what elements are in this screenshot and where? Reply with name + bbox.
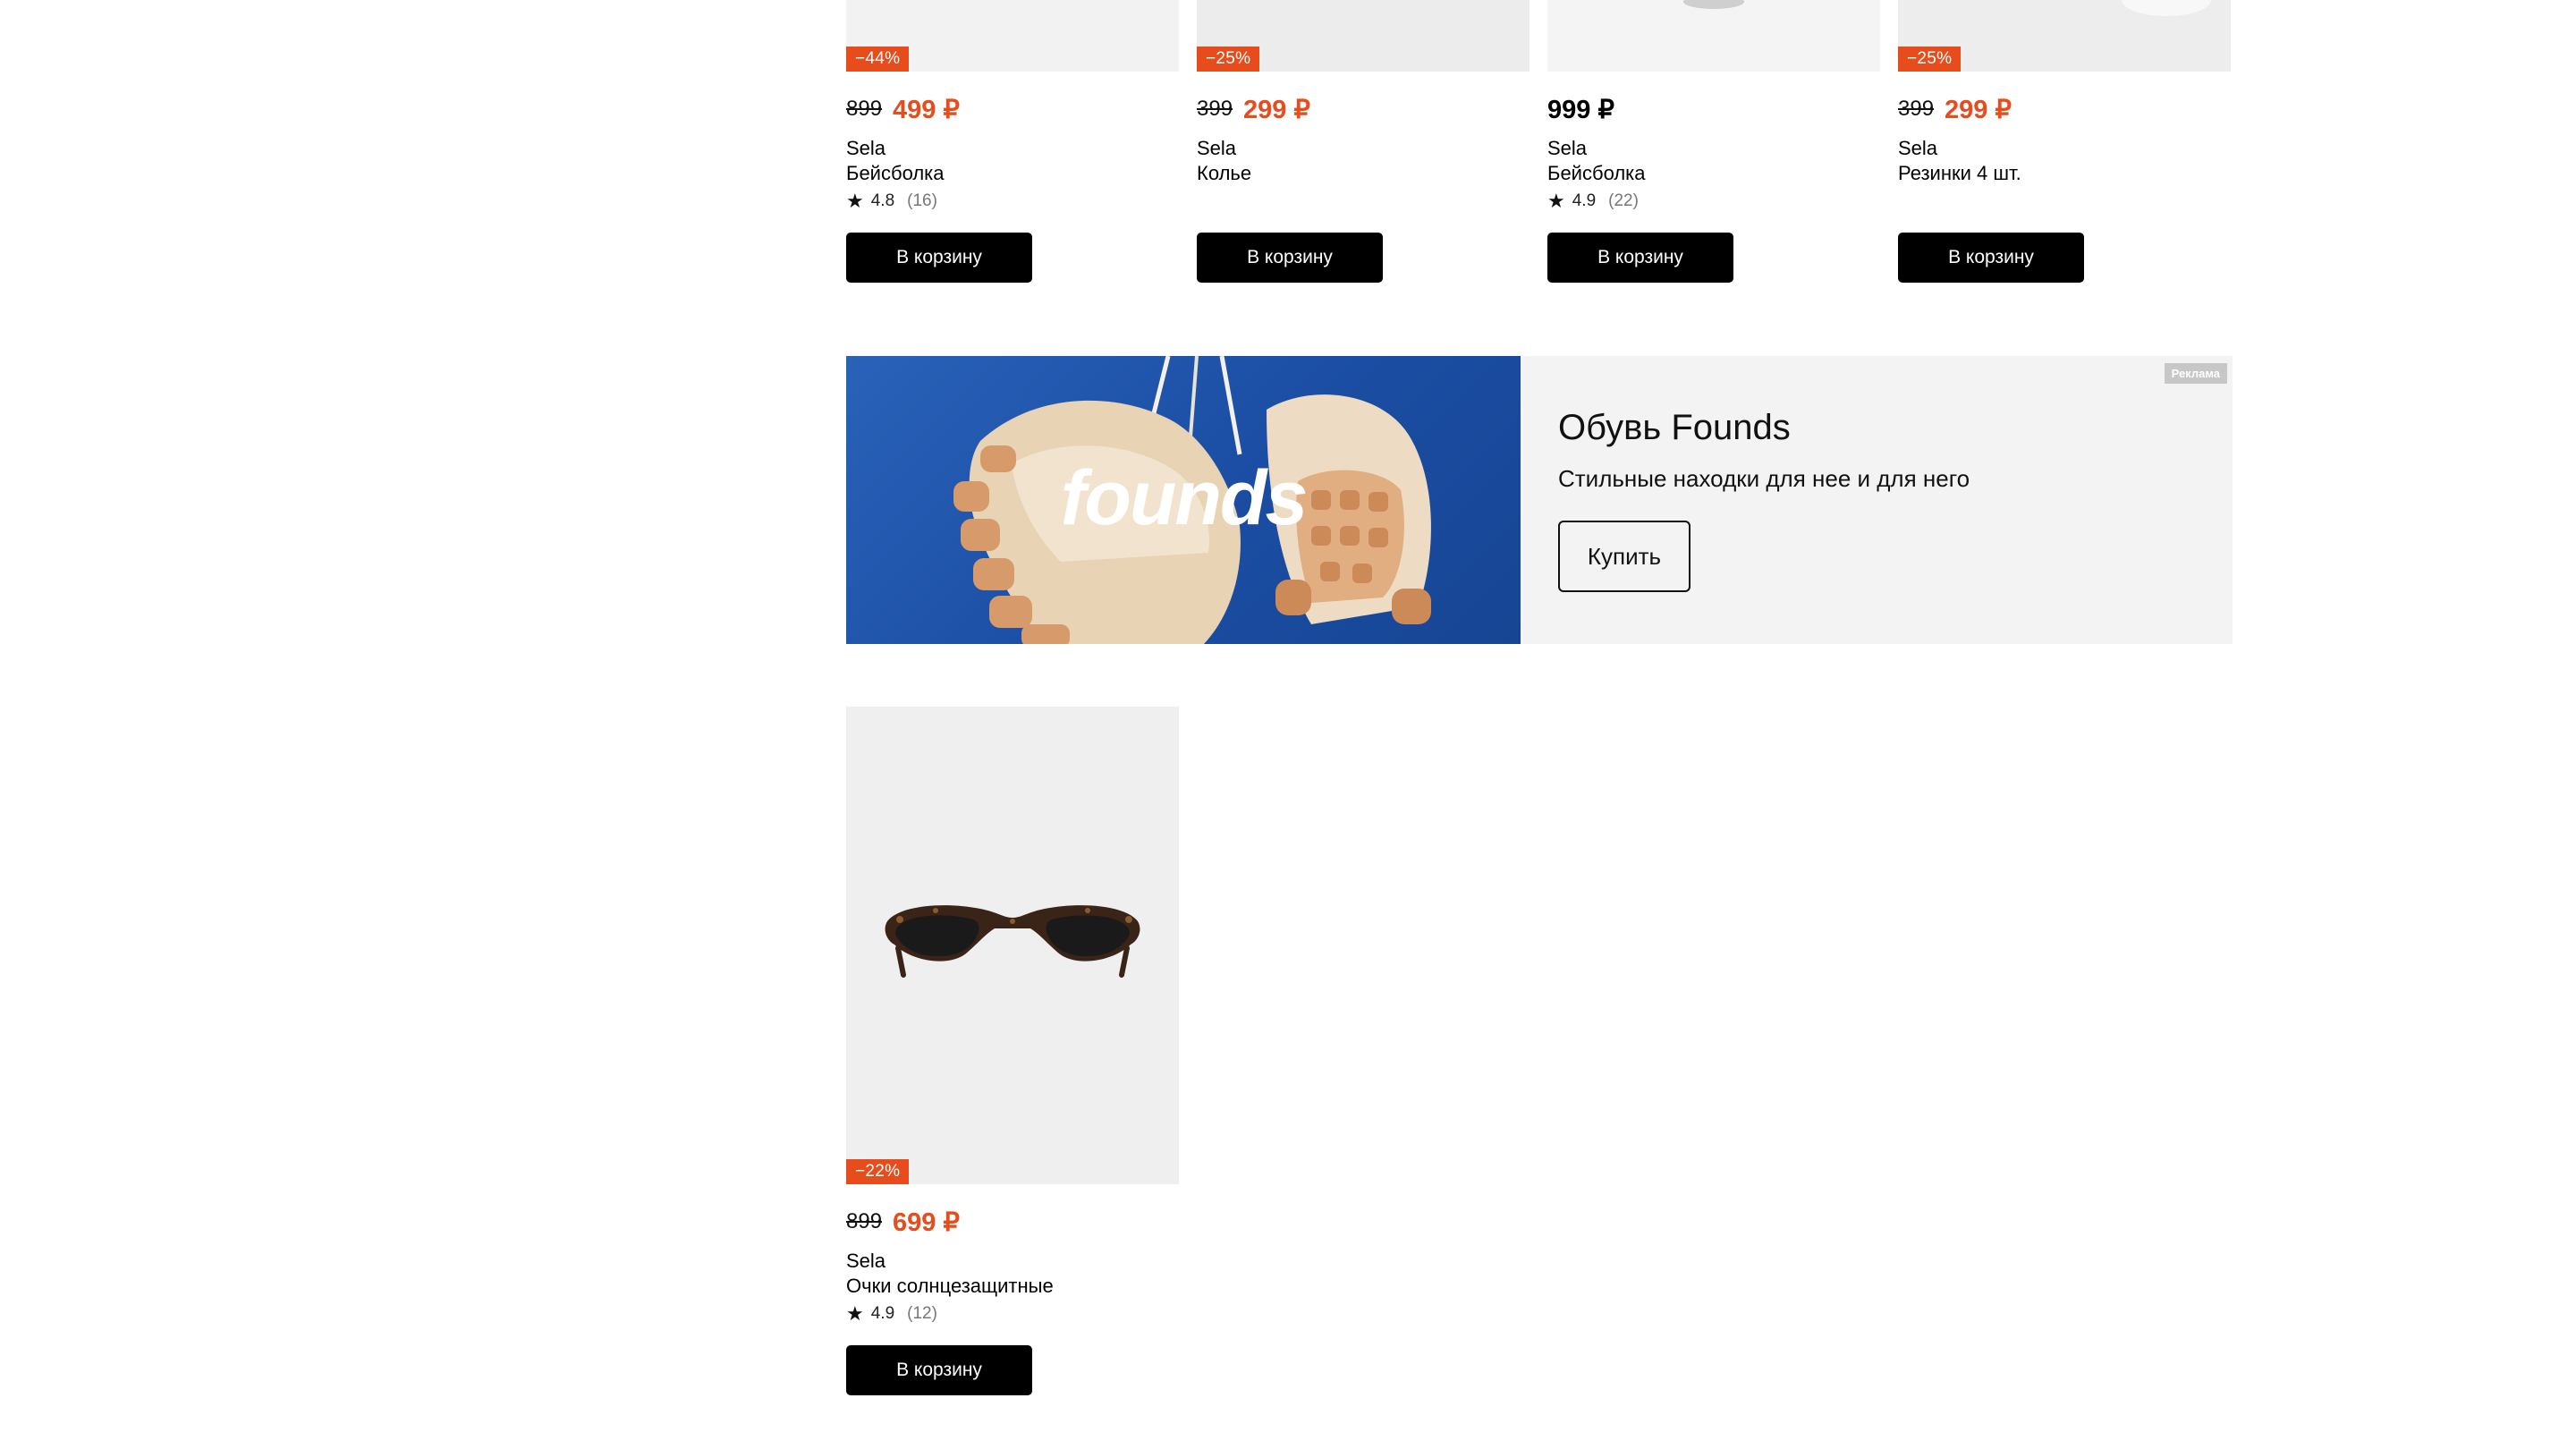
current-price: 499 ₽ (893, 95, 960, 124)
discount-badge: −44% (846, 47, 910, 72)
sunglasses-image (885, 905, 1140, 978)
product-brand[interactable]: Sela (1197, 136, 1530, 161)
banner-subtitle: Стильные находки для нее и для него (1558, 465, 1970, 492)
product-card-cap-2[interactable]: 999 ₽ Sela Бейсболка ★ 4.9 (22) В корзин… (1547, 0, 1880, 283)
review-count: (12) (907, 1304, 937, 1323)
add-to-cart-button[interactable]: В корзину (1197, 233, 1383, 283)
product-card-cap-1[interactable]: −44% 899 499 ₽ Sela Бейсболка ★ 4.8 (16)… (846, 0, 1179, 283)
price-row: 399 299 ₽ (1898, 91, 2231, 127)
product-image[interactable] (1547, 0, 1880, 72)
product-rating: ★ 4.9 (12) (846, 1301, 1179, 1326)
product-brand[interactable]: Sela (1547, 136, 1880, 161)
current-price: 299 ₽ (1243, 95, 1310, 124)
rating-value: 4.9 (870, 1304, 895, 1323)
add-to-cart-button[interactable]: В корзину (846, 233, 1032, 283)
old-price: 899 (846, 97, 883, 121)
current-price: 999 ₽ (1547, 95, 1614, 124)
banner-title[interactable]: Обувь Founds (1558, 408, 1791, 448)
product-card-necklace[interactable]: −25% 399 299 ₽ Sela Колье В корзину (1197, 0, 1530, 283)
product-image[interactable]: −25% (1197, 0, 1530, 72)
ad-banner[interactable]: founds Реклама Обувь Founds Стильные нах… (846, 356, 2233, 644)
product-brand[interactable]: Sela (846, 1249, 1179, 1274)
price-row: 899 699 ₽ (846, 1204, 1179, 1240)
star-icon: ★ (846, 1302, 864, 1325)
price-row: 999 ₽ (1547, 91, 1880, 127)
discount-badge: −25% (1898, 47, 1962, 72)
product-title[interactable]: Резинки 4 шт. (1898, 161, 2231, 186)
catalog-page: −44% 899 499 ₽ Sela Бейсболка ★ 4.8 (16)… (0, 0, 2576, 1449)
product-image[interactable]: −22% (846, 707, 1179, 1184)
old-price: 399 (1898, 97, 1935, 121)
discount-badge: −25% (1197, 47, 1260, 72)
founds-logo: founds (1060, 455, 1309, 541)
old-price: 899 (846, 1209, 883, 1233)
product-title[interactable]: Колье (1197, 161, 1530, 186)
product-image[interactable]: −44% (846, 0, 1179, 72)
star-icon: ★ (846, 190, 864, 212)
product-rating: ★ 4.9 (22) (1547, 189, 1880, 214)
product-brand[interactable]: Sela (846, 136, 1179, 161)
rating-value: 4.9 (1572, 191, 1597, 210)
rating-value: 4.8 (870, 191, 895, 210)
buy-button[interactable]: Купить (1558, 521, 1690, 592)
review-count: (22) (1608, 191, 1639, 210)
current-price: 299 ₽ (1945, 95, 2012, 124)
ad-label: Реклама (2164, 363, 2227, 384)
cap-image-fragment (1683, 0, 1744, 9)
star-icon: ★ (1547, 190, 1565, 212)
discount-badge: −22% (846, 1159, 910, 1184)
product-card-hair-ties[interactable]: −25% 399 299 ₽ Sela Резинки 4 шт. В корз… (1898, 0, 2231, 283)
price-row: 399 299 ₽ (1197, 91, 1530, 127)
banner-image[interactable]: founds (846, 356, 1521, 644)
product-title[interactable]: Бейсболка (1547, 161, 1880, 186)
review-count: (16) (907, 191, 937, 210)
add-to-cart-button[interactable]: В корзину (846, 1345, 1032, 1395)
price-row: 899 499 ₽ (846, 91, 1179, 127)
old-price: 399 (1197, 97, 1233, 121)
product-title[interactable]: Бейсболка (846, 161, 1179, 186)
product-image[interactable]: −25% (1898, 0, 2231, 72)
product-rating: ★ 4.8 (16) (846, 189, 1179, 214)
add-to-cart-button[interactable]: В корзину (1898, 233, 2084, 283)
current-price: 699 ₽ (893, 1208, 960, 1237)
product-brand[interactable]: Sela (1898, 136, 2231, 161)
product-title[interactable]: Очки солнцезащитные (846, 1274, 1179, 1299)
product-card-sunglasses[interactable]: −22% 899 699 ₽ Sela Очки солнцезащитные … (846, 707, 1179, 1395)
add-to-cart-button[interactable]: В корзину (1547, 233, 1733, 283)
